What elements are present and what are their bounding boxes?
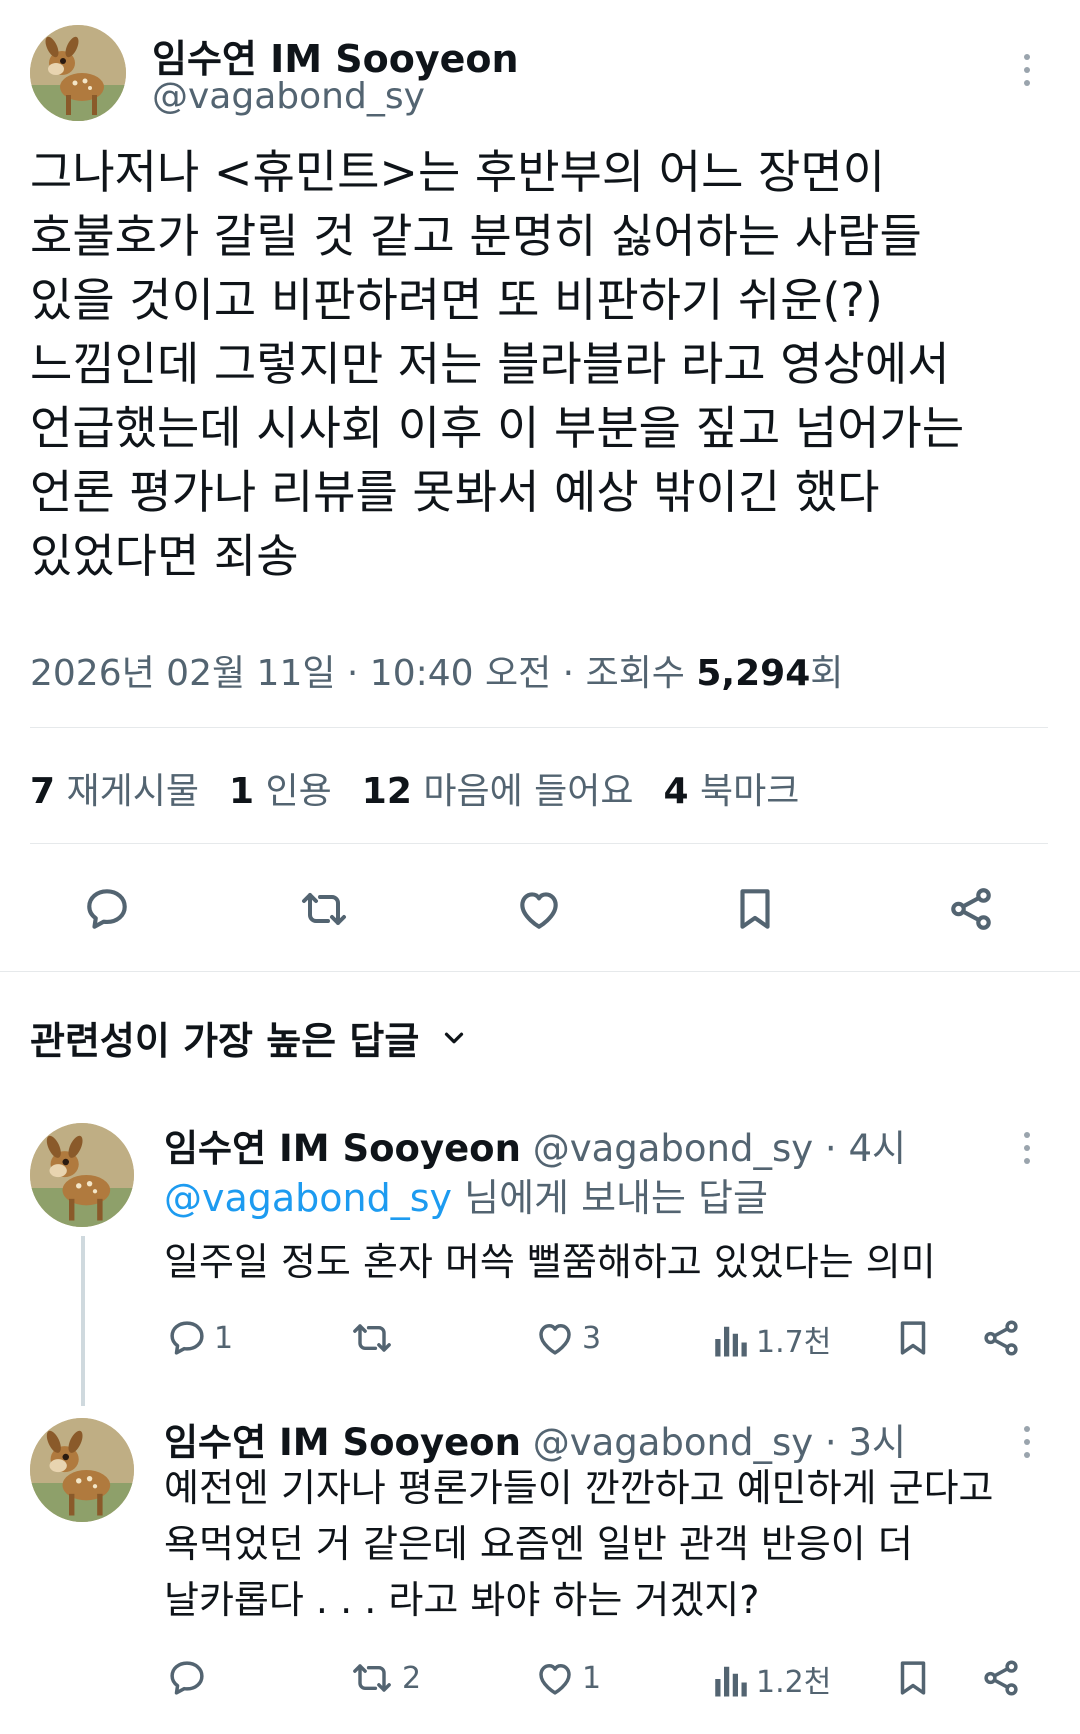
deer-avatar-icon: [30, 1123, 134, 1227]
like-icon[interactable]: [514, 884, 564, 934]
more-options-icon[interactable]: [1024, 1132, 1032, 1171]
share-icon[interactable]: [980, 1317, 1022, 1359]
views-icon: [715, 1666, 747, 1697]
divider: [30, 727, 1048, 728]
like-action[interactable]: 3: [534, 1317, 601, 1359]
stat-bookmarks[interactable]: 4 북마크: [664, 762, 800, 814]
divider: [30, 843, 1048, 844]
like-count: 1: [582, 1660, 602, 1696]
repost-icon[interactable]: [296, 884, 352, 934]
reply-line: 욕먹었던 거 같은데 요즘엔 일반 관객 반응이 더: [164, 1522, 913, 1566]
stat-count: 12: [361, 771, 412, 812]
reply-body: 예전엔 기자나 평론가들이 깐깐하고 예민하게 군다고 욕먹었던 거 같은데 요…: [164, 1460, 994, 1628]
stat-label: 재게시물: [66, 771, 199, 812]
reply-avatar[interactable]: [30, 1123, 134, 1227]
author-avatar[interactable]: [30, 25, 126, 121]
share-icon[interactable]: [980, 1657, 1022, 1699]
view-count: 1.7천: [756, 1325, 832, 1360]
bookmark-icon[interactable]: [892, 1317, 934, 1359]
views-action[interactable]: 1.2천: [712, 1657, 831, 1701]
tweet-line: 있을 것이고 비판하려면 또 비판하기 쉬운(?): [30, 273, 883, 327]
reply-author-name[interactable]: 임수연 IM Sooyeon: [164, 1421, 521, 1464]
stat-label: 마음에 들어요: [423, 771, 634, 812]
reply-line: 날카롭다 . . . 라고 봐야 하는 거겠지?: [164, 1578, 760, 1622]
timestamp[interactable]: 2026년 02월 11일 · 10:40 오전 · 조회수: [30, 653, 696, 694]
reply-action[interactable]: [166, 1657, 214, 1699]
stat-reposts[interactable]: 7 재게시물: [30, 762, 199, 814]
tweet-body: 그나저나 <휴민트>는 후반부의 어느 장면이 호불호가 갈릴 것 같고 분명히…: [30, 140, 964, 588]
tweet-line: 언론 평가나 리뷰를 못봐서 예상 밖이긴 했다: [30, 465, 880, 519]
reply-time[interactable]: · 3시: [813, 1421, 906, 1464]
like-icon: [539, 1324, 571, 1355]
tweet-line: 있었다면 죄송: [30, 529, 299, 583]
author-handle[interactable]: @vagabond_sy: [152, 76, 425, 117]
reply-author-handle[interactable]: @vagabond_sy: [533, 1421, 813, 1464]
stat-count: 4: [663, 771, 689, 812]
reply-author-name[interactable]: 임수연 IM Sooyeon: [164, 1127, 521, 1170]
like-count: 3: [582, 1320, 602, 1356]
reply-count: 1: [214, 1320, 234, 1356]
reply-icon: [170, 1661, 204, 1695]
tweet-meta: 2026년 02월 11일 · 10:40 오전 · 조회수 5,294회: [30, 644, 843, 696]
bookmark-icon[interactable]: [892, 1657, 934, 1699]
reply-header: 임수연 IM Sooyeon @vagabond_sy · 4시: [164, 1118, 906, 1172]
repost-icon: [353, 1324, 391, 1352]
thread-connector-line: [81, 1236, 85, 1406]
tweet-line: 언급했는데 시사회 이후 이 부분을 짚고 넘어가는: [30, 401, 965, 455]
author-name[interactable]: 임수연 IM Sooyeon: [152, 28, 519, 83]
reply-avatar[interactable]: [30, 1418, 134, 1522]
reply-time[interactable]: · 4시: [813, 1127, 906, 1170]
repost-action[interactable]: [348, 1317, 402, 1359]
view-count: 5,294: [696, 653, 811, 694]
view-suffix: 회: [810, 653, 844, 694]
stat-label: 인용: [265, 771, 332, 812]
reply-action[interactable]: 1: [166, 1317, 233, 1359]
reply-body: 일주일 정도 혼자 머쓱 뻘쭘해하고 있었다는 의미: [164, 1234, 936, 1290]
views-icon: [715, 1326, 747, 1357]
view-count: 1.2천: [756, 1665, 832, 1700]
more-options-icon[interactable]: [1024, 54, 1032, 93]
replying-to-suffix: 님에게 보내는 답글: [452, 1176, 768, 1220]
repost-count: 2: [402, 1660, 422, 1696]
chevron-down-icon: [445, 1032, 464, 1043]
replying-to: @vagabond_sy 님에게 보내는 답글: [164, 1170, 768, 1226]
tweet-line: 그나저나 <휴민트>는 후반부의 어느 장면이: [30, 145, 886, 199]
reply-author-handle[interactable]: @vagabond_sy: [533, 1127, 813, 1170]
deer-avatar-icon: [30, 25, 126, 121]
stat-count: 1: [229, 771, 255, 812]
stat-likes[interactable]: 12 마음에 들어요: [362, 762, 634, 814]
repost-action[interactable]: 2: [348, 1657, 421, 1699]
bookmark-icon[interactable]: [730, 884, 780, 934]
repost-icon: [353, 1664, 391, 1692]
stat-quotes[interactable]: 1 인용: [229, 762, 332, 814]
share-icon[interactable]: [946, 884, 996, 934]
replying-to-handle[interactable]: @vagabond_sy: [164, 1176, 452, 1220]
tweet-line: 호불호가 갈릴 것 같고 분명히 싫어하는 사람들: [30, 209, 922, 263]
deer-avatar-icon: [30, 1418, 134, 1522]
divider: [0, 971, 1080, 972]
reply-header: 임수연 IM Sooyeon @vagabond_sy · 3시: [164, 1412, 906, 1466]
views-action[interactable]: 1.7천: [712, 1317, 831, 1361]
reply-line: 예전엔 기자나 평론가들이 깐깐하고 예민하게 군다고: [164, 1466, 994, 1510]
stat-count: 7: [30, 771, 56, 812]
more-options-icon[interactable]: [1024, 1426, 1032, 1465]
like-action[interactable]: 1: [534, 1657, 601, 1699]
engagement-stats: 7 재게시물 1 인용 12 마음에 들어요 4 북마크: [30, 762, 799, 814]
reply-line: 일주일 정도 혼자 머쓱 뻘쭘해하고 있었다는 의미: [164, 1240, 936, 1284]
replies-sort-label: 관련성이 가장 높은 답글: [30, 1019, 420, 1063]
replies-sort-dropdown[interactable]: 관련성이 가장 높은 답글: [30, 1010, 469, 1065]
like-icon: [539, 1664, 571, 1695]
tweet-line: 느낌인데 그렇지만 저는 블라블라 라고 영상에서: [30, 337, 950, 391]
reply-icon[interactable]: [82, 884, 132, 934]
reply-icon: [170, 1321, 204, 1355]
stat-label: 북마크: [700, 771, 800, 812]
